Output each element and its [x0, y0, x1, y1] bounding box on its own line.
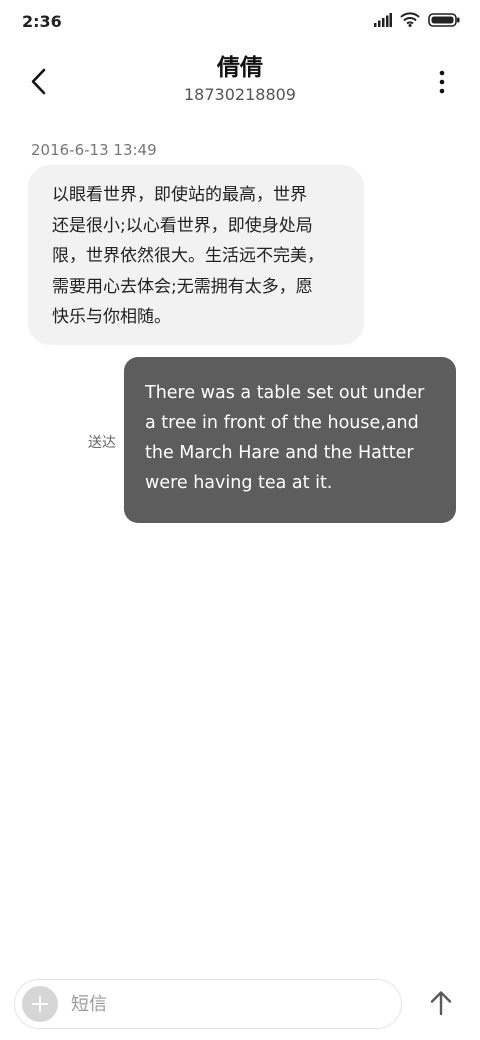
- message-timestamp: 2016-6-13 13:49: [31, 141, 157, 159]
- status-bar: 2:36: [0, 0, 480, 44]
- status-time: 2:36: [22, 12, 62, 31]
- contact-number: 18730218809: [184, 85, 296, 104]
- incoming-message-bubble[interactable]: 以眼看世界，即使站的最高，世界 还是很小;以心看世界，即使身处局 限，世界依然很…: [28, 165, 364, 345]
- sms-conversation-screen: 2:36 倩倩 18730218809 2016-6-13 13:49 以眼看世…: [0, 0, 480, 1040]
- conversation-header: 倩倩 18730218809: [0, 50, 480, 110]
- message-input[interactable]: [71, 990, 391, 1018]
- add-attachment-button[interactable]: [22, 986, 58, 1022]
- status-icons: [374, 12, 460, 27]
- arrow-up-icon: [430, 991, 452, 1016]
- contact-name: 倩倩: [217, 55, 263, 81]
- more-options-button[interactable]: [430, 66, 454, 98]
- outgoing-message-bubble[interactable]: There was a table set out under a tree i…: [124, 357, 456, 523]
- signal-icon: [374, 12, 392, 27]
- wifi-icon: [400, 12, 420, 27]
- composer-bar: [14, 979, 402, 1029]
- battery-icon: [428, 12, 460, 27]
- delivery-status: 送达: [88, 435, 116, 451]
- send-button[interactable]: [426, 988, 456, 1018]
- title-block: 倩倩 18730218809: [0, 54, 480, 106]
